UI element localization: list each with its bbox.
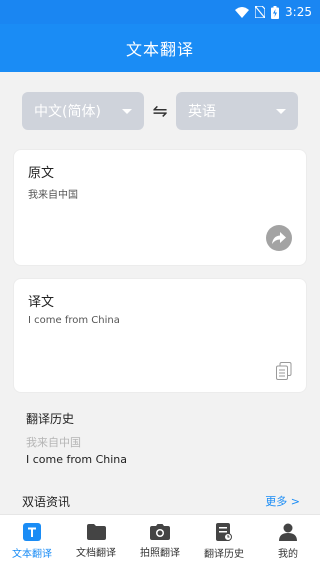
- no-sim-icon: [255, 6, 266, 18]
- person-icon: [279, 523, 297, 541]
- tab-label: 文档翻译: [76, 548, 116, 559]
- source-language-label: 中文(简体): [34, 104, 101, 120]
- target-language-select[interactable]: 英语: [176, 92, 298, 130]
- text-translate-icon: [23, 523, 41, 541]
- page-title: 文本翻译: [125, 40, 194, 59]
- swap-languages-button[interactable]: ⇋: [145, 101, 175, 122]
- translated-text: I come from China: [28, 315, 120, 326]
- tab-label: 翻译历史: [204, 549, 244, 560]
- translate-button[interactable]: [266, 225, 292, 251]
- history-source-text[interactable]: 我来自中国: [26, 434, 81, 450]
- folder-icon: [86, 524, 106, 540]
- history-title: 翻译历史: [26, 412, 75, 426]
- status-bar: 3:25: [0, 0, 320, 24]
- chevron-down-icon: [122, 108, 132, 114]
- translation-history-section: 翻译历史 我来自中国 I come from China: [0, 398, 320, 486]
- copy-icon[interactable]: [276, 362, 292, 380]
- chevron-down-icon: [276, 108, 286, 114]
- source-language-select[interactable]: 中文(简体): [22, 92, 144, 130]
- tab-label: 文本翻译: [12, 549, 52, 560]
- share-arrow-icon: [272, 232, 286, 244]
- tab-profile[interactable]: 我的: [256, 515, 320, 568]
- battery-charging-icon: [271, 5, 280, 19]
- tab-photo-translate[interactable]: 拍照翻译: [128, 515, 192, 568]
- status-icons: [235, 5, 280, 19]
- source-text-input[interactable]: 我来自中国: [28, 186, 78, 201]
- source-text-card[interactable]: 原文 我来自中国: [13, 149, 307, 266]
- more-link[interactable]: 更多 >: [265, 493, 300, 509]
- status-time: 3:25: [285, 5, 312, 19]
- history-doc-icon: [216, 523, 232, 541]
- bottom-tab-bar: 文本翻译 文档翻译 拍照翻译 翻译历史 我的: [0, 514, 320, 568]
- camera-icon: [150, 524, 170, 540]
- tab-label: 拍照翻译: [140, 548, 180, 559]
- tab-document-translate[interactable]: 文档翻译: [64, 515, 128, 568]
- target-language-label: 英语: [188, 104, 216, 120]
- app-bar: 文本翻译: [0, 24, 320, 72]
- wifi-icon: [235, 6, 250, 18]
- tab-text-translate[interactable]: 文本翻译: [0, 515, 64, 568]
- language-row: 中文(简体) ⇋ 英语: [22, 92, 298, 130]
- bilingual-news-row: 双语资讯 更多 >: [0, 488, 320, 514]
- target-text-card: 译文 I come from China: [13, 278, 307, 393]
- source-card-title: 原文: [28, 166, 55, 181]
- tab-label: 我的: [278, 549, 298, 560]
- tab-translation-history[interactable]: 翻译历史: [192, 515, 256, 568]
- news-title: 双语资讯: [22, 494, 71, 509]
- history-target-text[interactable]: I come from China: [26, 453, 127, 466]
- target-card-title: 译文: [28, 295, 55, 310]
